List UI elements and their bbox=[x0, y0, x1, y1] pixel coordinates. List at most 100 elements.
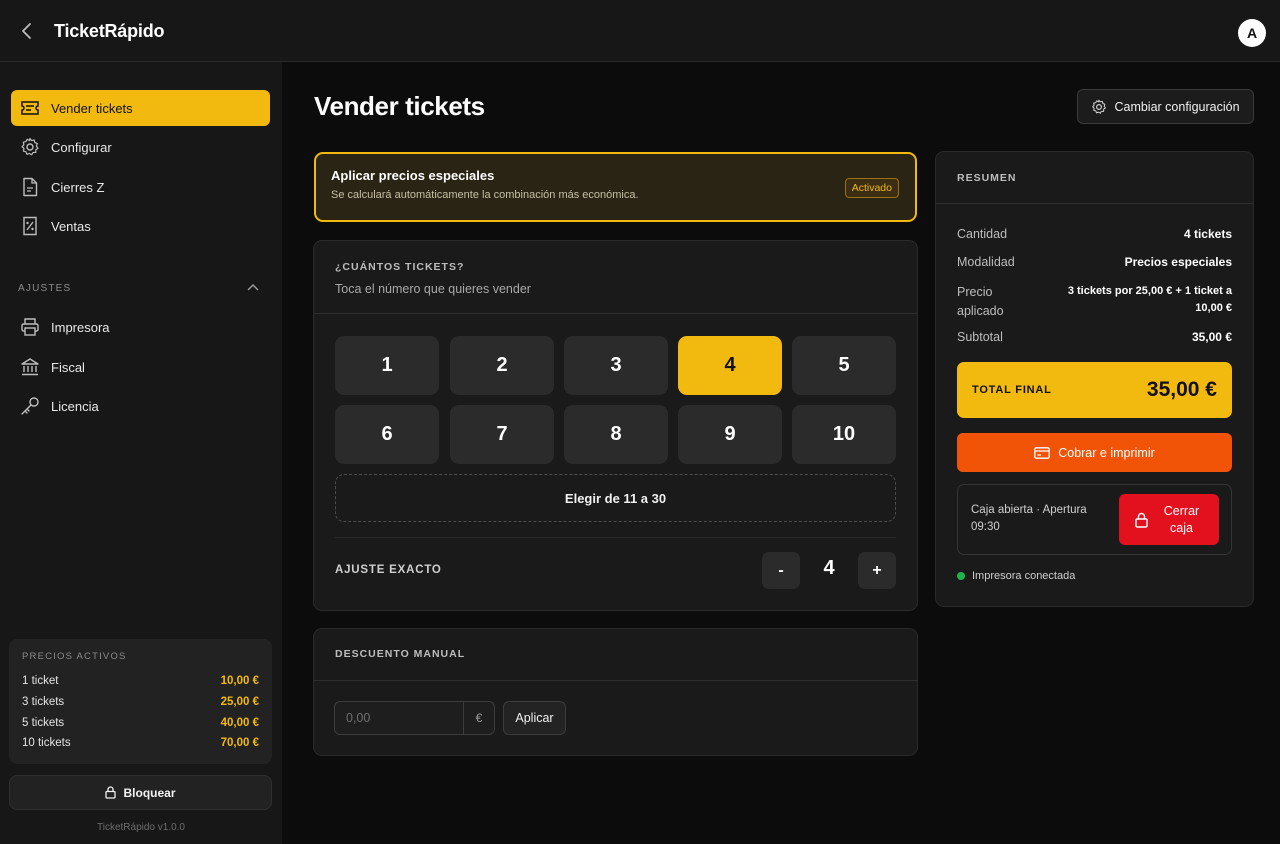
settings-collapse-toggle[interactable] bbox=[245, 279, 261, 295]
credit-card-icon bbox=[1034, 446, 1051, 459]
lock-button-label: Bloquear bbox=[123, 785, 176, 800]
price-row: 5 tickets 40,00 € bbox=[22, 712, 259, 733]
sidebar-item-fiscal[interactable]: Fiscal bbox=[11, 349, 270, 385]
close-register-button[interactable]: Cerrar caja bbox=[1119, 494, 1219, 545]
increment-button[interactable]: + bbox=[858, 552, 896, 589]
price-row: 10 tickets 70,00 € bbox=[22, 733, 259, 754]
status-badge[interactable]: Activado bbox=[844, 178, 899, 198]
back-button[interactable] bbox=[14, 18, 40, 44]
app-title: TicketRápido bbox=[54, 21, 165, 41]
settings-section-label: AJUSTES bbox=[18, 283, 72, 294]
sidebar-item-label: Impresora bbox=[51, 319, 110, 335]
price-value: 40,00 € bbox=[220, 716, 259, 729]
quantity-button-1[interactable]: 1 bbox=[335, 336, 439, 395]
price-row: 3 tickets 25,00 € bbox=[22, 692, 259, 713]
sidebar: Vender tickets Configurar Cierres Z Vent… bbox=[0, 62, 282, 844]
sidebar-item-label: Vender tickets bbox=[51, 100, 133, 116]
quantity-title: ¿CUÁNTOS TICKETS? bbox=[335, 261, 465, 273]
sidebar-item-label: Fiscal bbox=[51, 359, 85, 375]
cash-register-box: Caja abierta · Apertura 09:30 Cerrar caj… bbox=[957, 484, 1232, 555]
chevron-left-icon bbox=[22, 23, 31, 39]
summary-value: 35,00 € bbox=[1191, 330, 1232, 344]
quantity-card: ¿CUÁNTOS TICKETS? Toca el número que qui… bbox=[313, 240, 918, 611]
page-title: Vender tickets bbox=[314, 91, 485, 121]
discount-input[interactable] bbox=[335, 702, 463, 734]
quantity-button-2[interactable]: 2 bbox=[450, 336, 554, 395]
summary-label: Modalidad bbox=[957, 255, 1015, 269]
quantity-button-8[interactable]: 8 bbox=[564, 405, 668, 464]
choose-range-button[interactable]: Elegir de 11 a 30 bbox=[335, 474, 896, 522]
sidebar-item-impresora[interactable]: Impresora bbox=[11, 309, 270, 345]
price-row: 1 ticket 10,00 € bbox=[22, 671, 259, 692]
special-prices-card[interactable]: Aplicar precios especiales Se calculará … bbox=[314, 152, 917, 222]
printer-status-label: Impresora conectada bbox=[972, 570, 1076, 582]
lock-icon bbox=[1134, 512, 1148, 528]
gear-icon bbox=[1092, 99, 1107, 114]
quantity-button-9[interactable]: 9 bbox=[678, 405, 782, 464]
currency-suffix: € bbox=[463, 702, 494, 734]
top-bar: TicketRápido A bbox=[0, 0, 1280, 62]
total-value: 35,00 € bbox=[1146, 378, 1217, 401]
price-label: 10 tickets bbox=[22, 737, 71, 750]
sidebar-item-cierres-z[interactable]: Cierres Z bbox=[11, 169, 270, 205]
lock-button[interactable]: Bloquear bbox=[9, 775, 272, 810]
quantity-header: ¿CUÁNTOS TICKETS? Toca el número que qui… bbox=[314, 241, 917, 314]
change-config-label: Cambiar configuración bbox=[1114, 99, 1240, 114]
summary-value: 3 tickets por 25,00 € + 1 ticket a 10,00… bbox=[1067, 285, 1232, 314]
quantity-subtitle: Toca el número que quieres vender bbox=[335, 282, 531, 296]
sidebar-item-label: Cierres Z bbox=[51, 179, 105, 195]
sidebar-item-label: Licencia bbox=[51, 398, 99, 414]
sidebar-item-licencia[interactable]: Licencia bbox=[11, 388, 270, 424]
special-prices-subtitle: Se calculará automáticamente la combinac… bbox=[331, 189, 639, 201]
divider bbox=[335, 537, 896, 538]
price-value: 10,00 € bbox=[220, 675, 259, 688]
sidebar-item-label: Ventas bbox=[51, 218, 91, 234]
ticket-icon bbox=[19, 97, 41, 119]
lock-icon bbox=[105, 786, 117, 799]
quantity-button-6[interactable]: 6 bbox=[335, 405, 439, 464]
discount-header: DESCUENTO MANUAL bbox=[314, 629, 917, 681]
apply-discount-button[interactable]: Aplicar bbox=[503, 701, 566, 735]
change-config-button[interactable]: Cambiar configuración bbox=[1077, 89, 1254, 124]
quantity-button-5[interactable]: 5 bbox=[792, 336, 896, 395]
total-label: TOTAL FINAL bbox=[972, 384, 1052, 396]
decrement-button[interactable]: - bbox=[762, 552, 800, 589]
summary-label: Precio aplicado bbox=[957, 285, 1004, 318]
close-register-label: Cerrar caja bbox=[1163, 503, 1200, 535]
price-value: 25,00 € bbox=[220, 696, 259, 709]
summary-title: RESUMEN bbox=[957, 172, 1017, 184]
app-version: TicketRápido v1.0.0 bbox=[96, 822, 185, 833]
quantity-button-10[interactable]: 10 bbox=[792, 405, 896, 464]
sidebar-item-configurar[interactable]: Configurar bbox=[11, 129, 270, 165]
quantity-button-4[interactable]: 4 bbox=[678, 336, 782, 395]
summary-value: Precios especiales bbox=[1124, 255, 1232, 269]
printer-status: Impresora conectada bbox=[957, 570, 1075, 582]
summary-header: RESUMEN bbox=[936, 152, 1253, 204]
quantity-button-3[interactable]: 3 bbox=[564, 336, 668, 395]
sidebar-item-vender-tickets[interactable]: Vender tickets bbox=[11, 90, 270, 126]
chevron-up-icon bbox=[247, 283, 259, 291]
summary-label: Cantidad bbox=[957, 227, 1008, 241]
status-dot bbox=[957, 572, 965, 580]
sidebar-item-ventas[interactable]: Ventas bbox=[11, 208, 270, 244]
sidebar-item-label: Configurar bbox=[51, 139, 112, 155]
summary-label: Subtotal bbox=[957, 330, 1003, 344]
discount-field: € bbox=[334, 701, 495, 735]
summary-row-quantity: Cantidad 4 tickets bbox=[957, 227, 1232, 241]
receipt-percent-icon bbox=[19, 215, 41, 237]
discount-card: DESCUENTO MANUAL € Aplicar bbox=[313, 628, 918, 756]
document-icon bbox=[19, 176, 41, 198]
summary-row-subtotal: Subtotal 35,00 € bbox=[957, 330, 1232, 344]
cash-status: Caja abierta · Apertura 09:30 bbox=[971, 504, 1087, 533]
summary-row-mode: Modalidad Precios especiales bbox=[957, 255, 1232, 269]
active-prices-title: PRECIOS ACTIVOS bbox=[22, 651, 127, 662]
summary-row-price: Precio aplicado 3 tickets por 25,00 € + … bbox=[957, 283, 1232, 321]
price-label: 5 tickets bbox=[22, 716, 65, 729]
discount-title: DESCUENTO MANUAL bbox=[335, 648, 466, 660]
quantity-button-7[interactable]: 7 bbox=[450, 405, 554, 464]
charge-print-button[interactable]: Cobrar e imprimir bbox=[957, 433, 1232, 472]
total-box: TOTAL FINAL 35,00 € bbox=[957, 362, 1232, 418]
active-prices-card: PRECIOS ACTIVOS 1 ticket 10,00 € 3 ticket… bbox=[9, 639, 272, 764]
avatar[interactable]: A bbox=[1238, 19, 1266, 47]
exact-adjust-label: AJUSTE EXACTO bbox=[335, 564, 442, 576]
